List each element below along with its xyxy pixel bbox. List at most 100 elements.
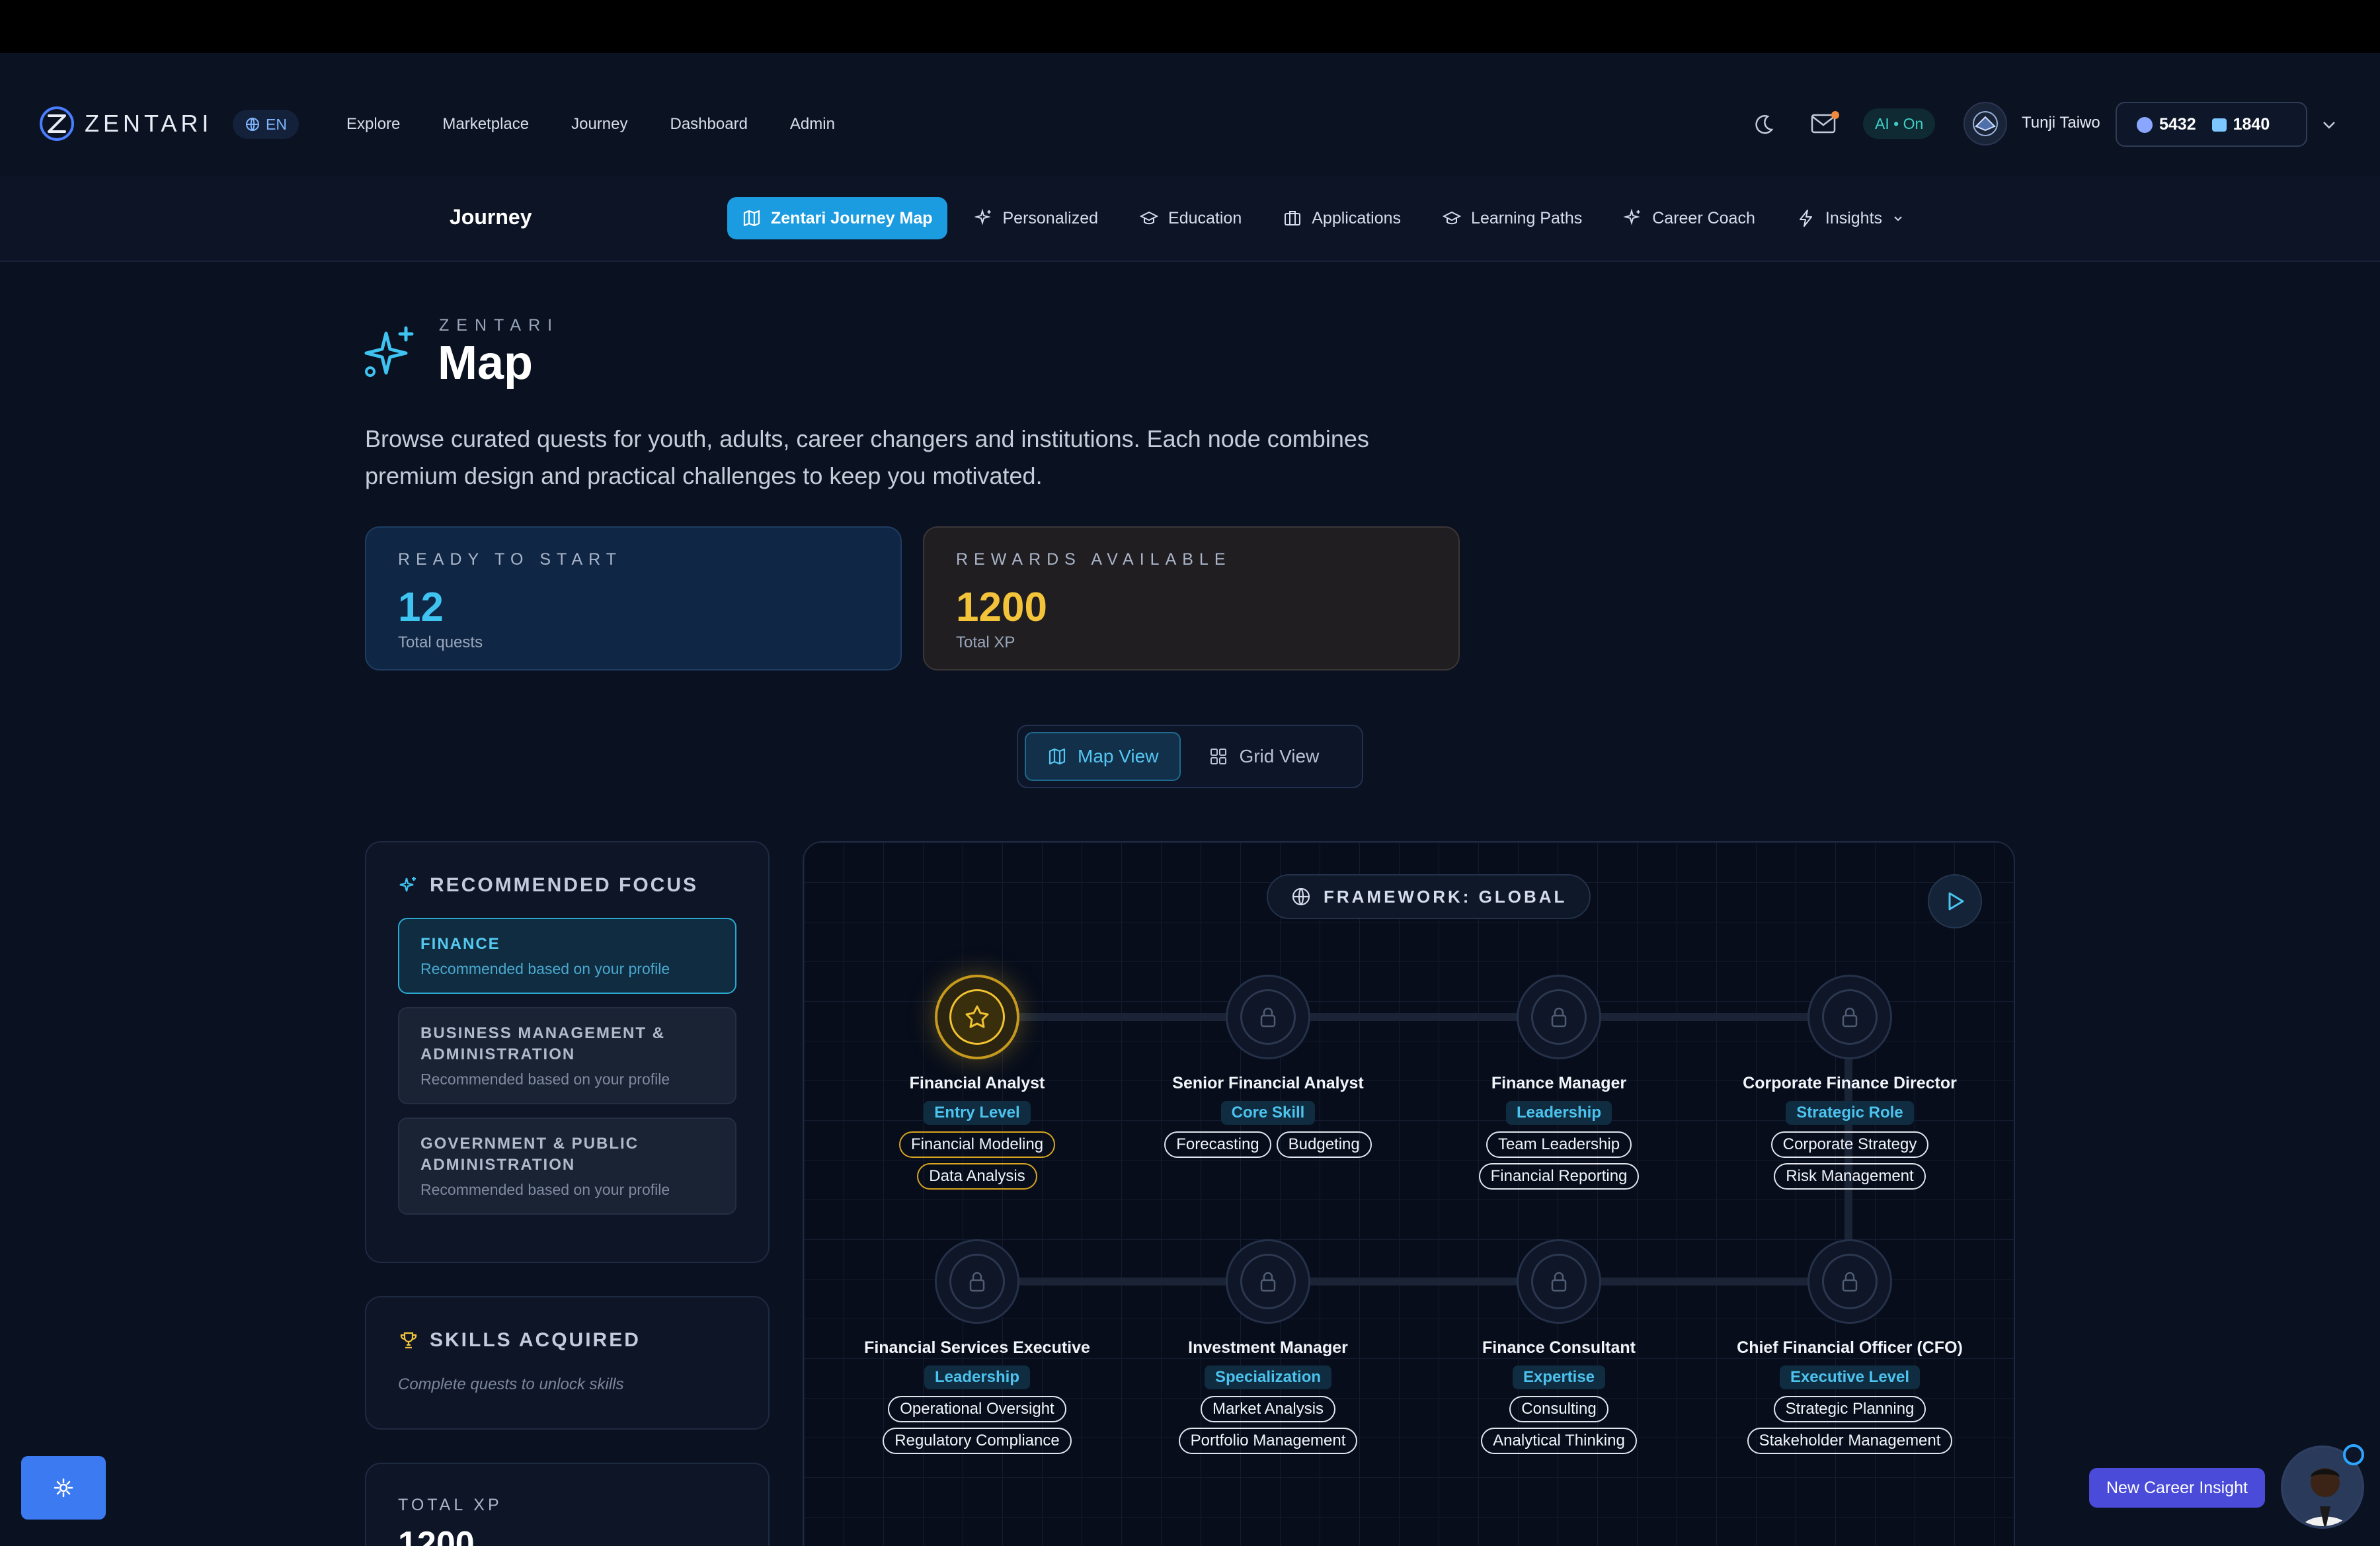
map-view-button[interactable]: Map View	[1025, 732, 1181, 781]
top-strip	[0, 0, 2380, 53]
career-node[interactable]: Financial Analyst Entry Level Financial …	[845, 975, 1109, 1190]
logo-icon	[40, 106, 74, 141]
career-node[interactable]: Finance Consultant Expertise Consulting …	[1427, 1239, 1691, 1454]
skill-chip: Stakeholder Management	[1747, 1428, 1953, 1454]
skill-chip: Risk Management	[1774, 1163, 1926, 1190]
focus-item-government[interactable]: GOVERNMENT & PUBLIC ADMINISTRATION Recom…	[398, 1118, 736, 1215]
map-icon	[743, 210, 760, 227]
main-nav: Explore Marketplace Journey Dashboard Ad…	[346, 110, 835, 139]
tab-label: Personalized	[1002, 208, 1099, 227]
tab-career-coach[interactable]: Career Coach	[1608, 197, 1770, 239]
node-level-badge: Leadership	[924, 1365, 1031, 1389]
tab-personalized[interactable]: Personalized	[959, 197, 1113, 239]
gear-icon	[54, 1478, 73, 1498]
play-button[interactable]	[1928, 874, 1982, 928]
recommended-focus-panel: RECOMMENDED FOCUS FINANCE Recommended ba…	[365, 841, 770, 1263]
lightning-icon	[1799, 210, 1812, 227]
node-title: Financial Services Executive	[864, 1338, 1090, 1357]
node-status-locked	[1226, 975, 1310, 1059]
skill-chip: Data Analysis	[917, 1163, 1037, 1190]
node-status-locked	[1226, 1239, 1310, 1324]
stat-value: 12	[398, 585, 444, 630]
tab-insights[interactable]: Insights	[1782, 197, 1919, 239]
node-title: Investment Manager	[1188, 1338, 1348, 1357]
node-title: Senior Financial Analyst	[1172, 1074, 1364, 1092]
stat-card-rewards: REWARDS AVAILABLE 1200 Total XP	[923, 526, 1460, 671]
nav-explore[interactable]: Explore	[346, 115, 400, 134]
panel-header: RECOMMENDED FOCUS	[398, 874, 736, 897]
node-level-badge: Strategic Role	[1786, 1101, 1914, 1125]
page-title: Map	[438, 337, 533, 389]
nav-marketplace[interactable]: Marketplace	[442, 115, 529, 134]
tab-label: Education	[1168, 208, 1242, 227]
language-selector[interactable]: EN	[233, 110, 299, 139]
skill-chip: Corporate Strategy	[1770, 1131, 1929, 1158]
node-title: Chief Financial Officer (CFO)	[1737, 1338, 1963, 1357]
node-status-locked	[1807, 975, 1892, 1059]
career-node[interactable]: Senior Financial Analyst Core Skill Fore…	[1136, 975, 1400, 1158]
user-name[interactable]: Tunji Taiwo	[2022, 114, 2100, 132]
skill-chip: Team Leadership	[1486, 1131, 1632, 1158]
skill-chip: Financial Reporting	[1478, 1163, 1640, 1190]
moon-icon[interactable]	[1751, 111, 1777, 138]
node-status-locked	[1517, 975, 1601, 1059]
node-title: Corporate Finance Director	[1743, 1074, 1957, 1092]
lock-icon	[1260, 1007, 1276, 1028]
nav-journey[interactable]: Journey	[571, 115, 627, 134]
graduation-cap-icon	[1442, 211, 1462, 225]
panel-title: SKILLS ACQUIRED	[430, 1329, 641, 1351]
career-node[interactable]: Investment Manager Specialization Market…	[1136, 1239, 1400, 1454]
total-xp-panel: TOTAL XP 1200	[365, 1463, 770, 1546]
grid-view-button[interactable]: Grid View	[1187, 732, 1340, 781]
framework-badge[interactable]: FRAMEWORK: GLOBAL	[1267, 874, 1591, 919]
total-xp-label: TOTAL XP	[398, 1496, 502, 1514]
tab-applications[interactable]: Applications	[1268, 197, 1415, 239]
node-title: Financial Analyst	[909, 1074, 1045, 1092]
tab-label: Zentari Journey Map	[771, 208, 933, 227]
skill-chip: Portfolio Management	[1178, 1428, 1358, 1454]
logo[interactable]: ZENTARI	[38, 103, 212, 144]
ai-status-badge[interactable]: AI • On	[1863, 108, 1936, 139]
chevron-down-icon[interactable]	[2319, 115, 2339, 135]
focus-item-finance[interactable]: FINANCE Recommended based on your profil…	[398, 918, 736, 994]
stat-sub: Total XP	[956, 633, 1015, 651]
skill-chip: Regulatory Compliance	[883, 1428, 1072, 1454]
node-skills: Strategic Planning Stakeholder Managemen…	[1718, 1396, 1982, 1454]
settings-button[interactable]	[21, 1456, 106, 1520]
node-skills: Operational Oversight Regulatory Complia…	[845, 1396, 1109, 1454]
lock-icon	[1842, 1007, 1858, 1028]
tab-journey-map[interactable]: Zentari Journey Map	[727, 197, 947, 239]
brand-name: ZENTARI	[85, 110, 213, 137]
nav-admin[interactable]: Admin	[790, 115, 835, 134]
focus-item-business[interactable]: BUSINESS MANAGEMENT & ADMINISTRATION Rec…	[398, 1007, 736, 1104]
avatar-emblem-icon	[1973, 111, 1998, 136]
career-node[interactable]: Chief Financial Officer (CFO) Executive …	[1718, 1239, 1982, 1454]
career-node[interactable]: Finance Manager Leadership Team Leadersh…	[1427, 975, 1691, 1190]
journey-tabs: Zentari Journey Map Personalized Educati…	[727, 197, 1919, 239]
career-node[interactable]: Corporate Finance Director Strategic Rol…	[1718, 975, 1982, 1190]
wallet-balance[interactable]: 5432 1840	[2116, 102, 2307, 147]
nav-dashboard[interactable]: Dashboard	[670, 115, 748, 134]
career-insight-button[interactable]: New Career Insight	[2089, 1468, 2265, 1508]
focus-item-sub: Recommended based on your profile	[420, 1181, 670, 1198]
tab-label: Applications	[1312, 208, 1402, 227]
skill-chip: Forecasting	[1164, 1131, 1271, 1158]
node-level-badge: Specialization	[1204, 1365, 1332, 1389]
node-status-active	[935, 975, 1019, 1059]
user-avatar[interactable]	[1964, 102, 2007, 145]
tab-education[interactable]: Education	[1125, 197, 1256, 239]
skill-chip: Analytical Thinking	[1481, 1428, 1637, 1454]
mail-icon[interactable]	[1810, 110, 1841, 136]
tab-learning-paths[interactable]: Learning Paths	[1427, 197, 1597, 239]
coins-balance: 5432	[2137, 115, 2196, 134]
notification-dot	[2343, 1444, 2364, 1465]
section-title: Journey	[450, 205, 532, 229]
lock-icon	[1551, 1272, 1567, 1292]
node-status-locked	[1807, 1239, 1892, 1324]
sparkle-icon	[1623, 208, 1640, 225]
panel-title: RECOMMENDED FOCUS	[430, 874, 699, 896]
career-node[interactable]: Financial Services Executive Leadership …	[845, 1239, 1109, 1454]
focus-item-sub: Recommended based on your profile	[420, 1071, 670, 1088]
node-level-badge: Expertise	[1512, 1365, 1606, 1389]
skill-chip: Financial Modeling	[898, 1131, 1056, 1158]
